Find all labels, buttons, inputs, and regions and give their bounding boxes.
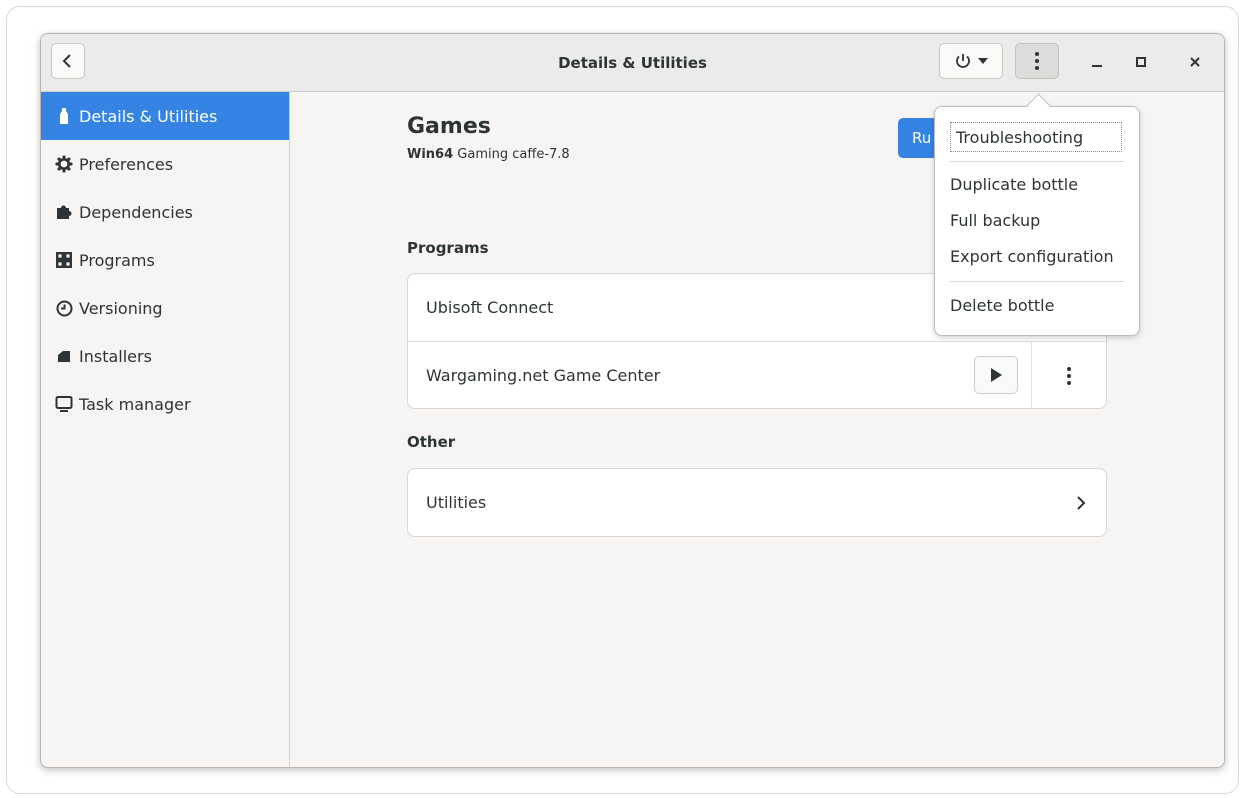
header-bar: Details & Utilities [41,34,1224,92]
clock-icon [55,299,73,317]
menu-item-export-configuration[interactable]: Export configuration [950,247,1114,266]
back-button[interactable] [51,43,85,79]
menu-item-delete-bottle[interactable]: Delete bottle [950,296,1054,315]
power-menu-button[interactable] [939,43,1003,79]
program-name: Ubisoft Connect [426,298,554,317]
programs-section-title: Programs [407,239,489,257]
sidebar-item-dependencies[interactable]: Dependencies [41,188,289,236]
minimize-button[interactable] [1083,48,1111,76]
minimize-icon [1092,65,1102,67]
sidebar: Details & Utilities Preferences Dependen… [41,92,290,767]
run-program-button[interactable] [974,356,1018,394]
program-menu-button[interactable] [1031,342,1106,408]
sidebar-item-details-utilities[interactable]: Details & Utilities [41,92,289,140]
monitor-icon [55,395,73,413]
kebab-menu-icon [1035,52,1039,70]
maximize-icon [1136,57,1146,67]
sidebar-item-task-manager[interactable]: Task manager [41,380,289,428]
other-section-title: Other [407,433,456,451]
gear-icon [55,155,73,173]
bottle-runner: caffe-7.8 [512,147,570,162]
menu-separator [950,281,1124,282]
close-icon [1190,57,1200,67]
kebab-menu-icon [1067,366,1071,385]
puzzle-icon [55,203,73,221]
play-icon [991,368,1002,382]
sidebar-item-label: Dependencies [79,202,193,222]
maximize-button[interactable] [1127,48,1155,76]
sidebar-item-label: Versioning [79,298,163,318]
bottle-name: Games [407,114,491,139]
grid-icon [55,251,73,269]
sidebar-item-label: Preferences [79,154,174,174]
sidebar-item-label: Programs [79,250,155,270]
chevron-right-icon [1076,469,1086,536]
menu-separator [950,161,1124,162]
sidebar-item-installers[interactable]: Installers [41,332,289,380]
menu-item-duplicate-bottle[interactable]: Duplicate bottle [950,175,1078,194]
sidebar-item-label: Details & Utilities [79,106,218,126]
sidebar-item-label: Task manager [79,394,191,414]
utilities-label: Utilities [426,493,487,512]
chevron-left-icon [62,54,71,68]
main-menu-popover: Troubleshooting Duplicate bottle Full ba… [934,106,1140,336]
close-button[interactable] [1181,48,1209,76]
sidebar-item-programs[interactable]: Programs [41,236,289,284]
main-menu-button[interactable] [1015,43,1059,79]
menu-item-full-backup[interactable]: Full backup [950,211,1040,230]
bottle-arch: Win64 [407,147,454,162]
bottle-subtitle: Win64 Gaming caffe-7.8 [407,147,570,162]
caret-down-icon [978,58,988,64]
bottle-environment: Gaming [457,147,509,162]
sidebar-item-versioning[interactable]: Versioning [41,284,289,332]
program-row[interactable]: Wargaming.net Game Center [408,341,1106,408]
utilities-row[interactable]: Utilities [408,469,1106,536]
package-icon [55,347,73,365]
sidebar-item-label: Installers [79,346,152,366]
other-list: Utilities [407,468,1107,537]
bottle-icon [55,107,73,125]
menu-item-troubleshooting[interactable]: Troubleshooting [950,122,1122,152]
sidebar-item-preferences[interactable]: Preferences [41,140,289,188]
power-icon [956,54,970,68]
program-name: Wargaming.net Game Center [426,365,661,385]
